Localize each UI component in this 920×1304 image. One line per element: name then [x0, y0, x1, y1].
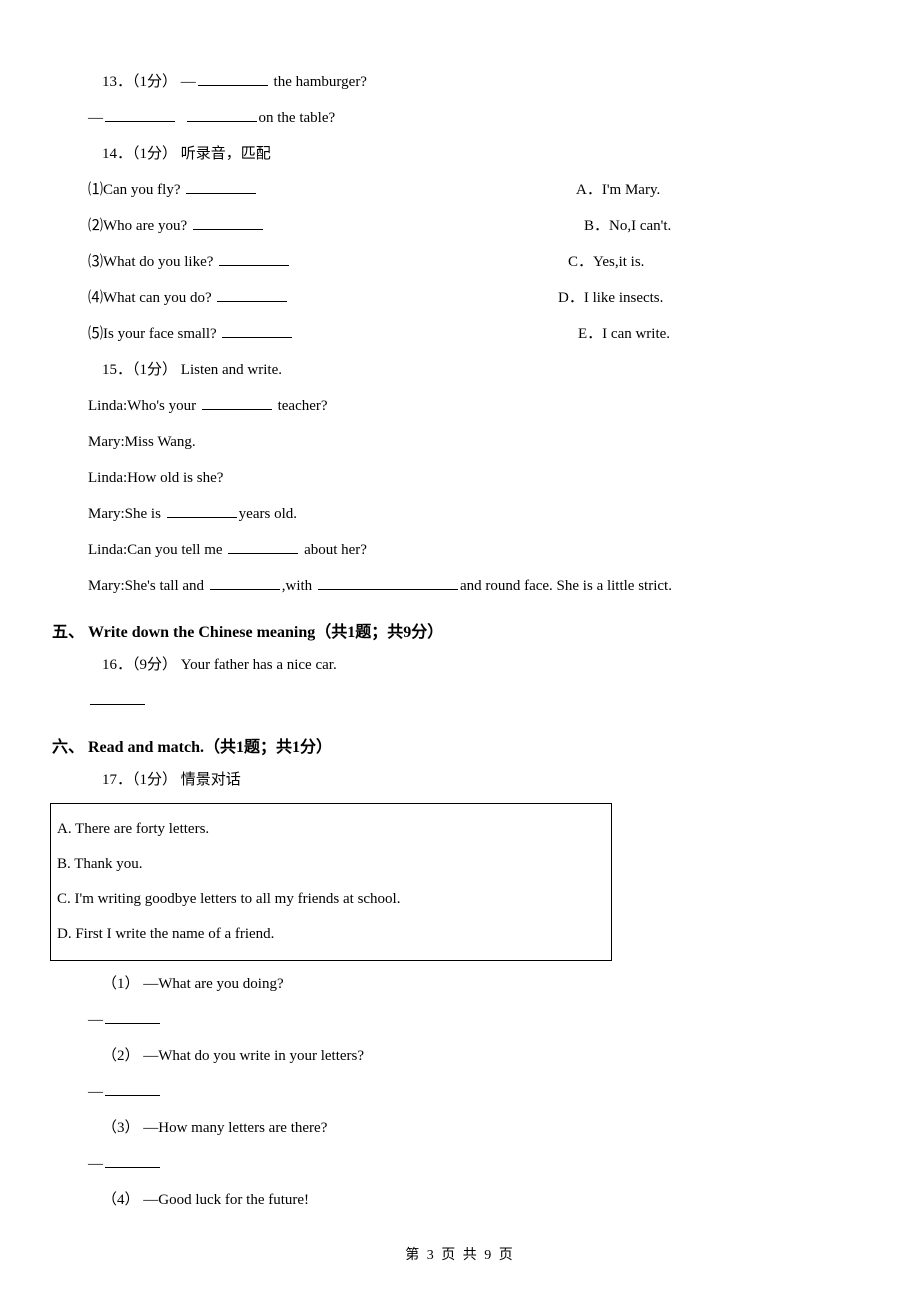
q14-q5: ⑸Is your face small? [88, 326, 217, 342]
q17-option-box: A. There are forty letters. B. Thank you… [50, 803, 612, 961]
text: — [88, 1012, 103, 1028]
section-6-title: 六、 Read and match.（共1题；共1分） [52, 733, 870, 757]
q15-l2: Mary:Miss Wang. [88, 429, 870, 456]
text: teacher? [274, 398, 328, 414]
section-5-title: 五、 Write down the Chinese meaning（共1题；共9… [52, 618, 870, 642]
q16-line: 16．（9分） Your father has a nice car. [102, 652, 870, 679]
q17-box-b: B. Thank you. [57, 851, 605, 878]
q13-pre1: — [181, 74, 196, 90]
blank [105, 106, 175, 122]
text: ,with [282, 578, 316, 594]
q17-points: （1分） [132, 772, 177, 788]
q13-suf1: the hamburger? [270, 74, 367, 90]
text: —Good luck for the future! [143, 1192, 309, 1208]
q15-l5: Linda:Can you tell me about her? [88, 537, 870, 564]
q14-num: 14． [102, 146, 132, 162]
q15-points: （1分） [132, 362, 177, 378]
blank [222, 322, 292, 338]
q14-opt-b: B．No,I can't. [584, 218, 671, 234]
q17-num: 17． [102, 772, 132, 788]
q17-box-a: A. There are forty letters. [57, 816, 605, 843]
q17-header: 17．（1分） 情景对话 [102, 767, 870, 794]
q17-box-d: D. First I write the name of a friend. [57, 921, 605, 948]
blank [167, 502, 237, 518]
blank [105, 1008, 160, 1024]
q14-title: 听录音，匹配 [177, 146, 271, 162]
text: （2） [102, 1048, 140, 1064]
q16-num: 16． [102, 657, 132, 673]
q14-points: （1分） [132, 146, 177, 162]
blank [219, 250, 289, 266]
q14-row-5: ⑸Is your face small? E．I can write. [88, 321, 870, 348]
q15-l3: Linda:How old is she? [88, 465, 870, 492]
blank [187, 106, 257, 122]
q17-title: 情景对话 [177, 772, 241, 788]
blank [210, 574, 280, 590]
q13-suf2: on the table? [259, 110, 336, 126]
q15-l6: Mary:She's tall and ,with and round face… [88, 573, 870, 600]
text: （3） [102, 1120, 140, 1136]
text: Linda:Can you tell me [88, 542, 226, 558]
q17-sub1-q: （1） —What are you doing? [102, 971, 870, 998]
q14-q1: ⑴Can you fly? [88, 182, 180, 198]
q13-line2: — on the table? [88, 105, 870, 132]
q17-sub1-ans: — [88, 1007, 870, 1034]
text: years old. [239, 506, 297, 522]
text: （4） [102, 1192, 140, 1208]
text: —What are you doing? [143, 976, 283, 992]
text: （1） [102, 976, 140, 992]
q17-sub3-ans: — [88, 1151, 870, 1178]
text: about her? [300, 542, 367, 558]
text: Linda:Who's your [88, 398, 200, 414]
q14-q4: ⑷What can you do? [88, 290, 212, 306]
blank [105, 1152, 160, 1168]
q14-q3: ⑶What do you like? [88, 254, 213, 270]
text: —What do you write in your letters? [143, 1048, 364, 1064]
page-footer: 第 3 页 共 9 页 [50, 1244, 870, 1264]
q13-pre2: — [88, 110, 103, 126]
q13-num: 13． [102, 74, 132, 90]
q14-header: 14．（1分） 听录音，匹配 [102, 141, 870, 168]
page-container: 13．（1分） — the hamburger? — on the table?… [0, 0, 920, 1304]
text: and round face. She is a little strict. [460, 578, 672, 594]
q14-opt-c: C．Yes,it is. [568, 254, 644, 270]
blank [186, 178, 256, 194]
q14-q2: ⑵Who are you? [88, 218, 187, 234]
text: Mary:She is [88, 506, 165, 522]
q14-row-1: ⑴Can you fly? A．I'm Mary. [88, 177, 870, 204]
q15-l4: Mary:She is years old. [88, 501, 870, 528]
text: Mary:She's tall and [88, 578, 208, 594]
q15-title: Listen and write. [177, 362, 282, 378]
q16-blank [88, 688, 870, 715]
blank [318, 574, 458, 590]
q16-points: （9分） [132, 657, 177, 673]
text: — [88, 1156, 103, 1172]
q17-sub2-ans: — [88, 1079, 870, 1106]
q17-sub4-q: （4） —Good luck for the future! [102, 1187, 870, 1214]
blank [217, 286, 287, 302]
text: —How many letters are there? [143, 1120, 327, 1136]
blank [193, 214, 263, 230]
q14-row-2: ⑵Who are you? B．No,I can't. [88, 213, 870, 240]
q13-points: （1分） [132, 74, 177, 90]
q15-num: 15． [102, 362, 132, 378]
q14-opt-d: D．I like insects. [558, 290, 663, 306]
q17-sub2-q: （2） —What do you write in your letters? [102, 1043, 870, 1070]
q14-opt-a: A．I'm Mary. [576, 182, 660, 198]
text: — [88, 1084, 103, 1100]
blank [90, 689, 145, 705]
q15-l1: Linda:Who's your teacher? [88, 393, 870, 420]
q14-row-4: ⑷What can you do? D．I like insects. [88, 285, 870, 312]
q17-box-c: C. I'm writing goodbye letters to all my… [57, 886, 605, 913]
q15-header: 15．（1分） Listen and write. [102, 357, 870, 384]
blank [198, 70, 268, 86]
blank [228, 538, 298, 554]
q13-line1: 13．（1分） — the hamburger? [102, 69, 870, 96]
q14-opt-e: E．I can write. [578, 326, 670, 342]
blank [105, 1080, 160, 1096]
q16-text: Your father has a nice car. [177, 657, 337, 673]
blank [202, 394, 272, 410]
q17-sub3-q: （3） —How many letters are there? [102, 1115, 870, 1142]
q14-row-3: ⑶What do you like? C．Yes,it is. [88, 249, 870, 276]
